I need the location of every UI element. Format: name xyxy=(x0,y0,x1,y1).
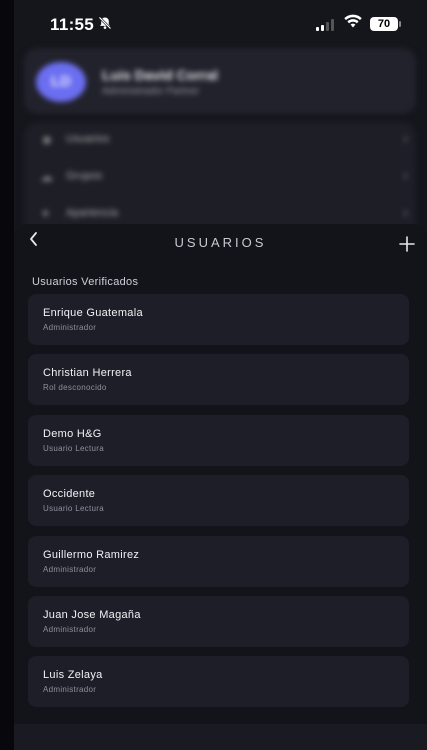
user-role: Usuario Lectura xyxy=(43,444,104,453)
user-role: Usuario Lectura xyxy=(43,504,104,513)
status-bar: 11:55 70 xyxy=(14,0,427,48)
chevron-right-icon: › xyxy=(403,167,408,184)
user-name: Luis Zelaya xyxy=(43,669,103,681)
chevron-right-icon: › xyxy=(403,204,408,221)
users-icon: ☻ xyxy=(40,132,54,147)
user-name: Enrique Guatemala xyxy=(43,307,143,319)
list-item[interactable]: Enrique Guatemala Administrador xyxy=(28,294,409,345)
profile-name: Luis David Corral xyxy=(102,67,218,83)
list-item[interactable]: Luis Zelaya Administrador xyxy=(28,656,409,707)
menu-item-label: Usuarios xyxy=(66,133,110,145)
user-name: Demo H&G xyxy=(43,428,102,440)
section-label: Usuarios Verificados xyxy=(32,276,139,288)
user-role: Administrador xyxy=(43,685,97,694)
profile-role: Administrador Partner xyxy=(102,86,200,97)
user-role: Rol desconocido xyxy=(43,383,107,392)
user-name: Occidente xyxy=(43,488,96,500)
list-item[interactable]: Occidente Usuario Lectura xyxy=(28,475,409,526)
left-edge xyxy=(0,0,14,750)
menu-item-usuarios: ☻ Usuarios › xyxy=(24,122,416,159)
battery-icon: 70 xyxy=(370,17,401,31)
avatar: LD xyxy=(36,62,86,102)
chevron-right-icon: › xyxy=(403,130,408,147)
bell-slash-icon xyxy=(98,16,112,33)
menu-item-label: Apariencia xyxy=(66,207,118,219)
list-item[interactable]: Juan Jose Magaña Administrador xyxy=(28,596,409,647)
page-title: USUARIOS xyxy=(174,235,267,250)
menu-item-grupos: ☁ Grupos › xyxy=(24,159,416,196)
list-item[interactable]: Demo H&G Usuario Lectura xyxy=(28,415,409,466)
user-name: Juan Jose Magaña xyxy=(43,609,141,621)
user-name: Christian Herrera xyxy=(43,367,132,379)
groups-icon: ☁ xyxy=(40,169,53,184)
user-role: Administrador xyxy=(43,565,97,574)
user-role: Administrador xyxy=(43,323,97,332)
user-name: Guillermo Ramirez xyxy=(43,549,140,561)
menu-item-label: Grupos xyxy=(66,170,103,182)
appearance-icon: ✦ xyxy=(40,206,51,221)
users-sheet: USUARIOS Usuarios Verificados Enrique Gu… xyxy=(14,224,427,750)
user-role: Administrador xyxy=(43,625,97,634)
list-item[interactable]: Guillermo Ramirez Administrador xyxy=(28,536,409,587)
bottom-bar xyxy=(14,724,427,750)
status-time: 11:55 xyxy=(50,15,95,34)
signal-icon xyxy=(316,19,334,31)
add-user-button[interactable] xyxy=(399,228,415,259)
wifi-icon xyxy=(344,14,362,33)
list-item[interactable]: Christian Herrera Rol desconocido xyxy=(28,354,409,405)
phone-screen: 11:55 70 LD Luis David Corral Administra… xyxy=(14,0,427,750)
sheet-header: USUARIOS xyxy=(14,224,427,262)
